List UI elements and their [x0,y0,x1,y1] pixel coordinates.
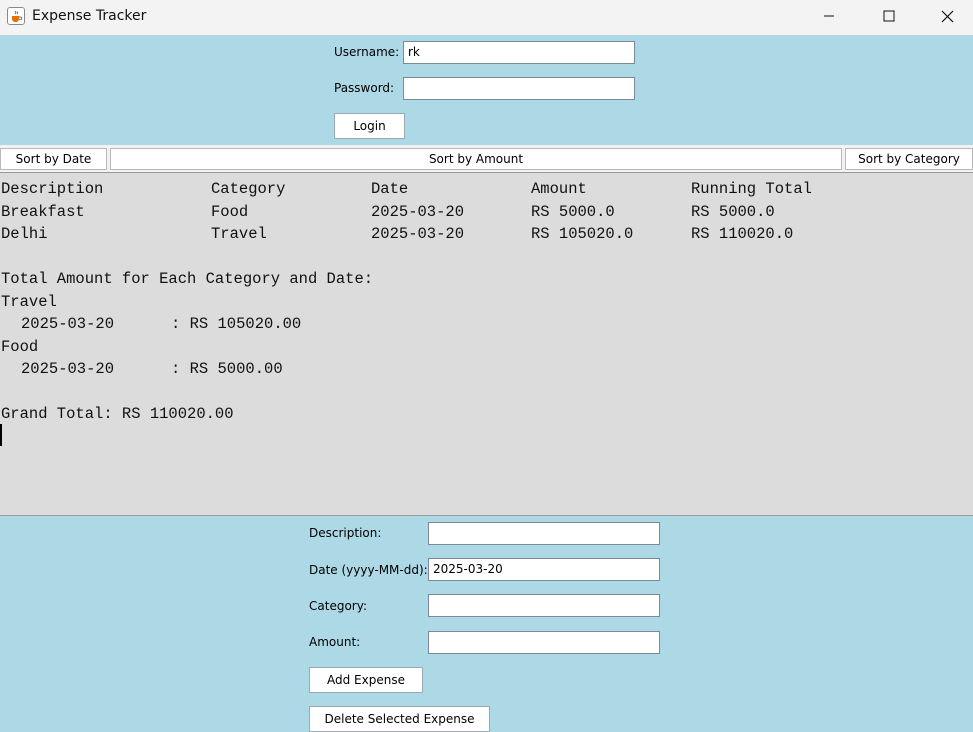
header-description: Description [1,180,104,198]
group-date: 2025-03-20 [21,360,115,378]
description-label: Description: [309,526,382,540]
category-label: Category: [309,599,367,613]
date-input[interactable]: 2025-03-20 [428,558,660,581]
login-button[interactable]: Login [334,113,405,139]
delete-expense-button[interactable]: Delete Selected Expense [309,706,490,732]
text-caret [0,424,2,446]
header-category: Category [211,180,286,198]
sort-by-amount-button[interactable]: Sort by Amount [110,148,842,170]
report-row: Delhi Travel 2025-03-20 RS 105020.0 RS 1… [1,223,793,245]
header-amount: Amount [531,180,587,198]
username-label: Username: [334,45,400,59]
close-button[interactable] [918,0,973,32]
group-entry: 2025-03-20 : RS 5000.00 [1,358,283,380]
group-date: 2025-03-20 [21,315,115,333]
maximize-icon [883,10,895,22]
summary-title: Total Amount for Each Category and Date: [1,270,374,288]
amount-input[interactable] [428,631,660,654]
row-amount: RS 105020.0 [531,225,634,243]
sort-toolbar: Sort by Date Sort by Amount Sort by Cate… [0,145,973,172]
row-category: Travel [211,225,267,243]
add-expense-button[interactable]: Add Expense [309,667,423,693]
row-date: 2025-03-20 [371,225,465,243]
sort-by-date-button[interactable]: Sort by Date [0,148,107,170]
group-total: : RS 5000.00 [171,360,283,378]
minimize-button[interactable] [800,0,858,32]
close-icon [941,10,953,22]
sort-by-category-button[interactable]: Sort by Category [845,148,973,170]
group-total: : RS 105020.00 [171,315,302,333]
row-date: 2025-03-20 [371,203,465,221]
username-input[interactable]: rk [403,41,635,64]
header-running-total: Running Total [691,180,812,198]
group-entry: 2025-03-20 : RS 105020.00 [1,313,301,335]
category-input[interactable] [428,594,660,617]
minimize-icon [824,15,834,17]
group-category: Travel [1,293,57,311]
grand-total: Grand Total: RS 110020.00 [1,405,234,423]
amount-label: Amount: [309,635,361,649]
report-header-row: Description Category Date Amount Running… [1,178,812,200]
row-category: Food [211,203,249,221]
date-label: Date (yyyy-MM-dd): [309,563,428,577]
row-description: Delhi [1,225,48,243]
group-category: Food [1,338,39,356]
password-input[interactable] [403,77,635,100]
title-bar: Expense Tracker [0,0,973,35]
description-input[interactable] [428,522,660,545]
java-cup-icon[interactable] [7,7,25,25]
password-label: Password: [334,81,395,95]
maximize-button[interactable] [860,0,918,32]
expense-report-textarea[interactable]: Description Category Date Amount Running… [0,172,973,516]
window-title: Expense Tracker [32,8,147,24]
row-description: Breakfast [1,203,85,221]
header-date: Date [371,180,409,198]
row-running-total: RS 5000.0 [691,203,775,221]
row-running-total: RS 110020.0 [691,225,794,243]
report-row: Breakfast Food 2025-03-20 RS 5000.0 RS 5… [1,201,775,223]
row-amount: RS 5000.0 [531,203,615,221]
